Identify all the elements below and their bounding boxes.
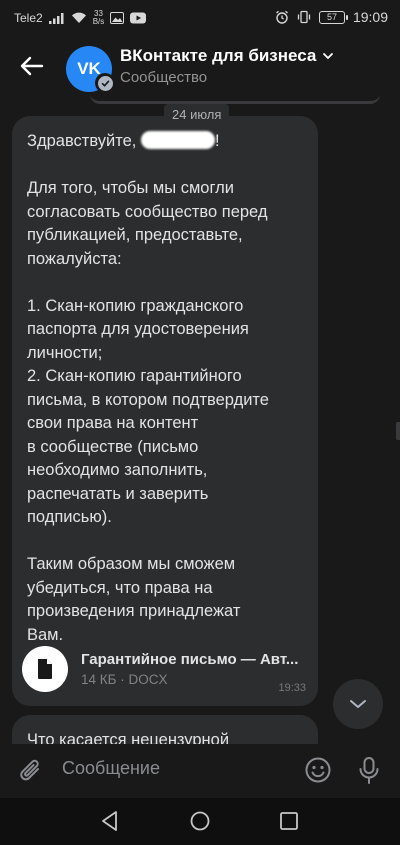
status-bar-right: 57 19:09 [275, 9, 388, 25]
network-speed: 33 B/s [92, 9, 105, 26]
carrier-label: Tele2 [14, 11, 43, 25]
document-name: Гарантийное письмо — Авт... [81, 651, 299, 668]
battery-level: 57 [318, 10, 348, 24]
vibrate-icon [297, 10, 311, 24]
nav-recents-icon[interactable] [279, 810, 299, 832]
status-bar-left: Tele2 33 B/s [14, 9, 147, 26]
chat-subtitle: Сообщество [120, 69, 208, 86]
date-separator: 24 июля [164, 104, 230, 125]
signal-icon [48, 13, 64, 24]
nav-home-icon[interactable] [189, 810, 211, 832]
clock: 19:09 [352, 9, 388, 25]
wifi-icon [71, 12, 86, 23]
message-input[interactable]: Сообщение [62, 758, 160, 779]
back-arrow-icon[interactable] [18, 52, 46, 80]
scroll-to-bottom-button[interactable] [333, 679, 383, 729]
redacted-name [140, 131, 215, 149]
scroll-edge-handle [396, 422, 400, 440]
message-composer: Сообщение [0, 744, 400, 798]
message-greeting: Здравствуйте, [27, 132, 137, 150]
youtube-icon [130, 12, 147, 24]
microphone-icon[interactable] [356, 756, 382, 786]
pinned-panel-edge [90, 94, 380, 104]
alarm-icon [276, 10, 288, 24]
chevron-down-icon[interactable] [322, 51, 334, 61]
status-bar: Tele2 33 B/s 57 19:09 [0, 0, 400, 34]
message-bubble[interactable]: Здравствуйте, ! Для того, чтобы мы смогл… [12, 116, 318, 706]
chat-title[interactable]: ВКонтакте для бизнеса [120, 46, 334, 66]
document-meta: 14 КБ · DOCX [81, 672, 168, 687]
chat-header: VK ВКонтакте для бизнеса Сообщество [0, 34, 400, 102]
system-nav-bar [0, 798, 400, 845]
paperclip-icon[interactable] [18, 757, 44, 785]
chevron-down-icon [350, 700, 366, 708]
document-icon[interactable] [22, 646, 68, 692]
battery-indicator: 57 [318, 10, 348, 24]
message-time: 19:33 [278, 682, 306, 694]
image-icon [110, 12, 125, 24]
message-text: Здравствуйте, ! Для того, чтобы мы смогл… [12, 116, 318, 647]
message-greeting-end: ! [214, 132, 220, 150]
message-body: Для того, чтобы мы смогли согласовать со… [27, 179, 269, 644]
document-attachment[interactable]: Гарантийное письмо — Авт... 14 КБ · DOCX [22, 646, 298, 692]
file-icon [38, 659, 52, 679]
emoji-icon[interactable] [304, 756, 332, 784]
chat-title-text: ВКонтакте для бизнеса [120, 46, 317, 65]
verified-badge [95, 73, 115, 93]
check-icon [101, 80, 109, 87]
nav-back-icon[interactable] [100, 810, 120, 832]
